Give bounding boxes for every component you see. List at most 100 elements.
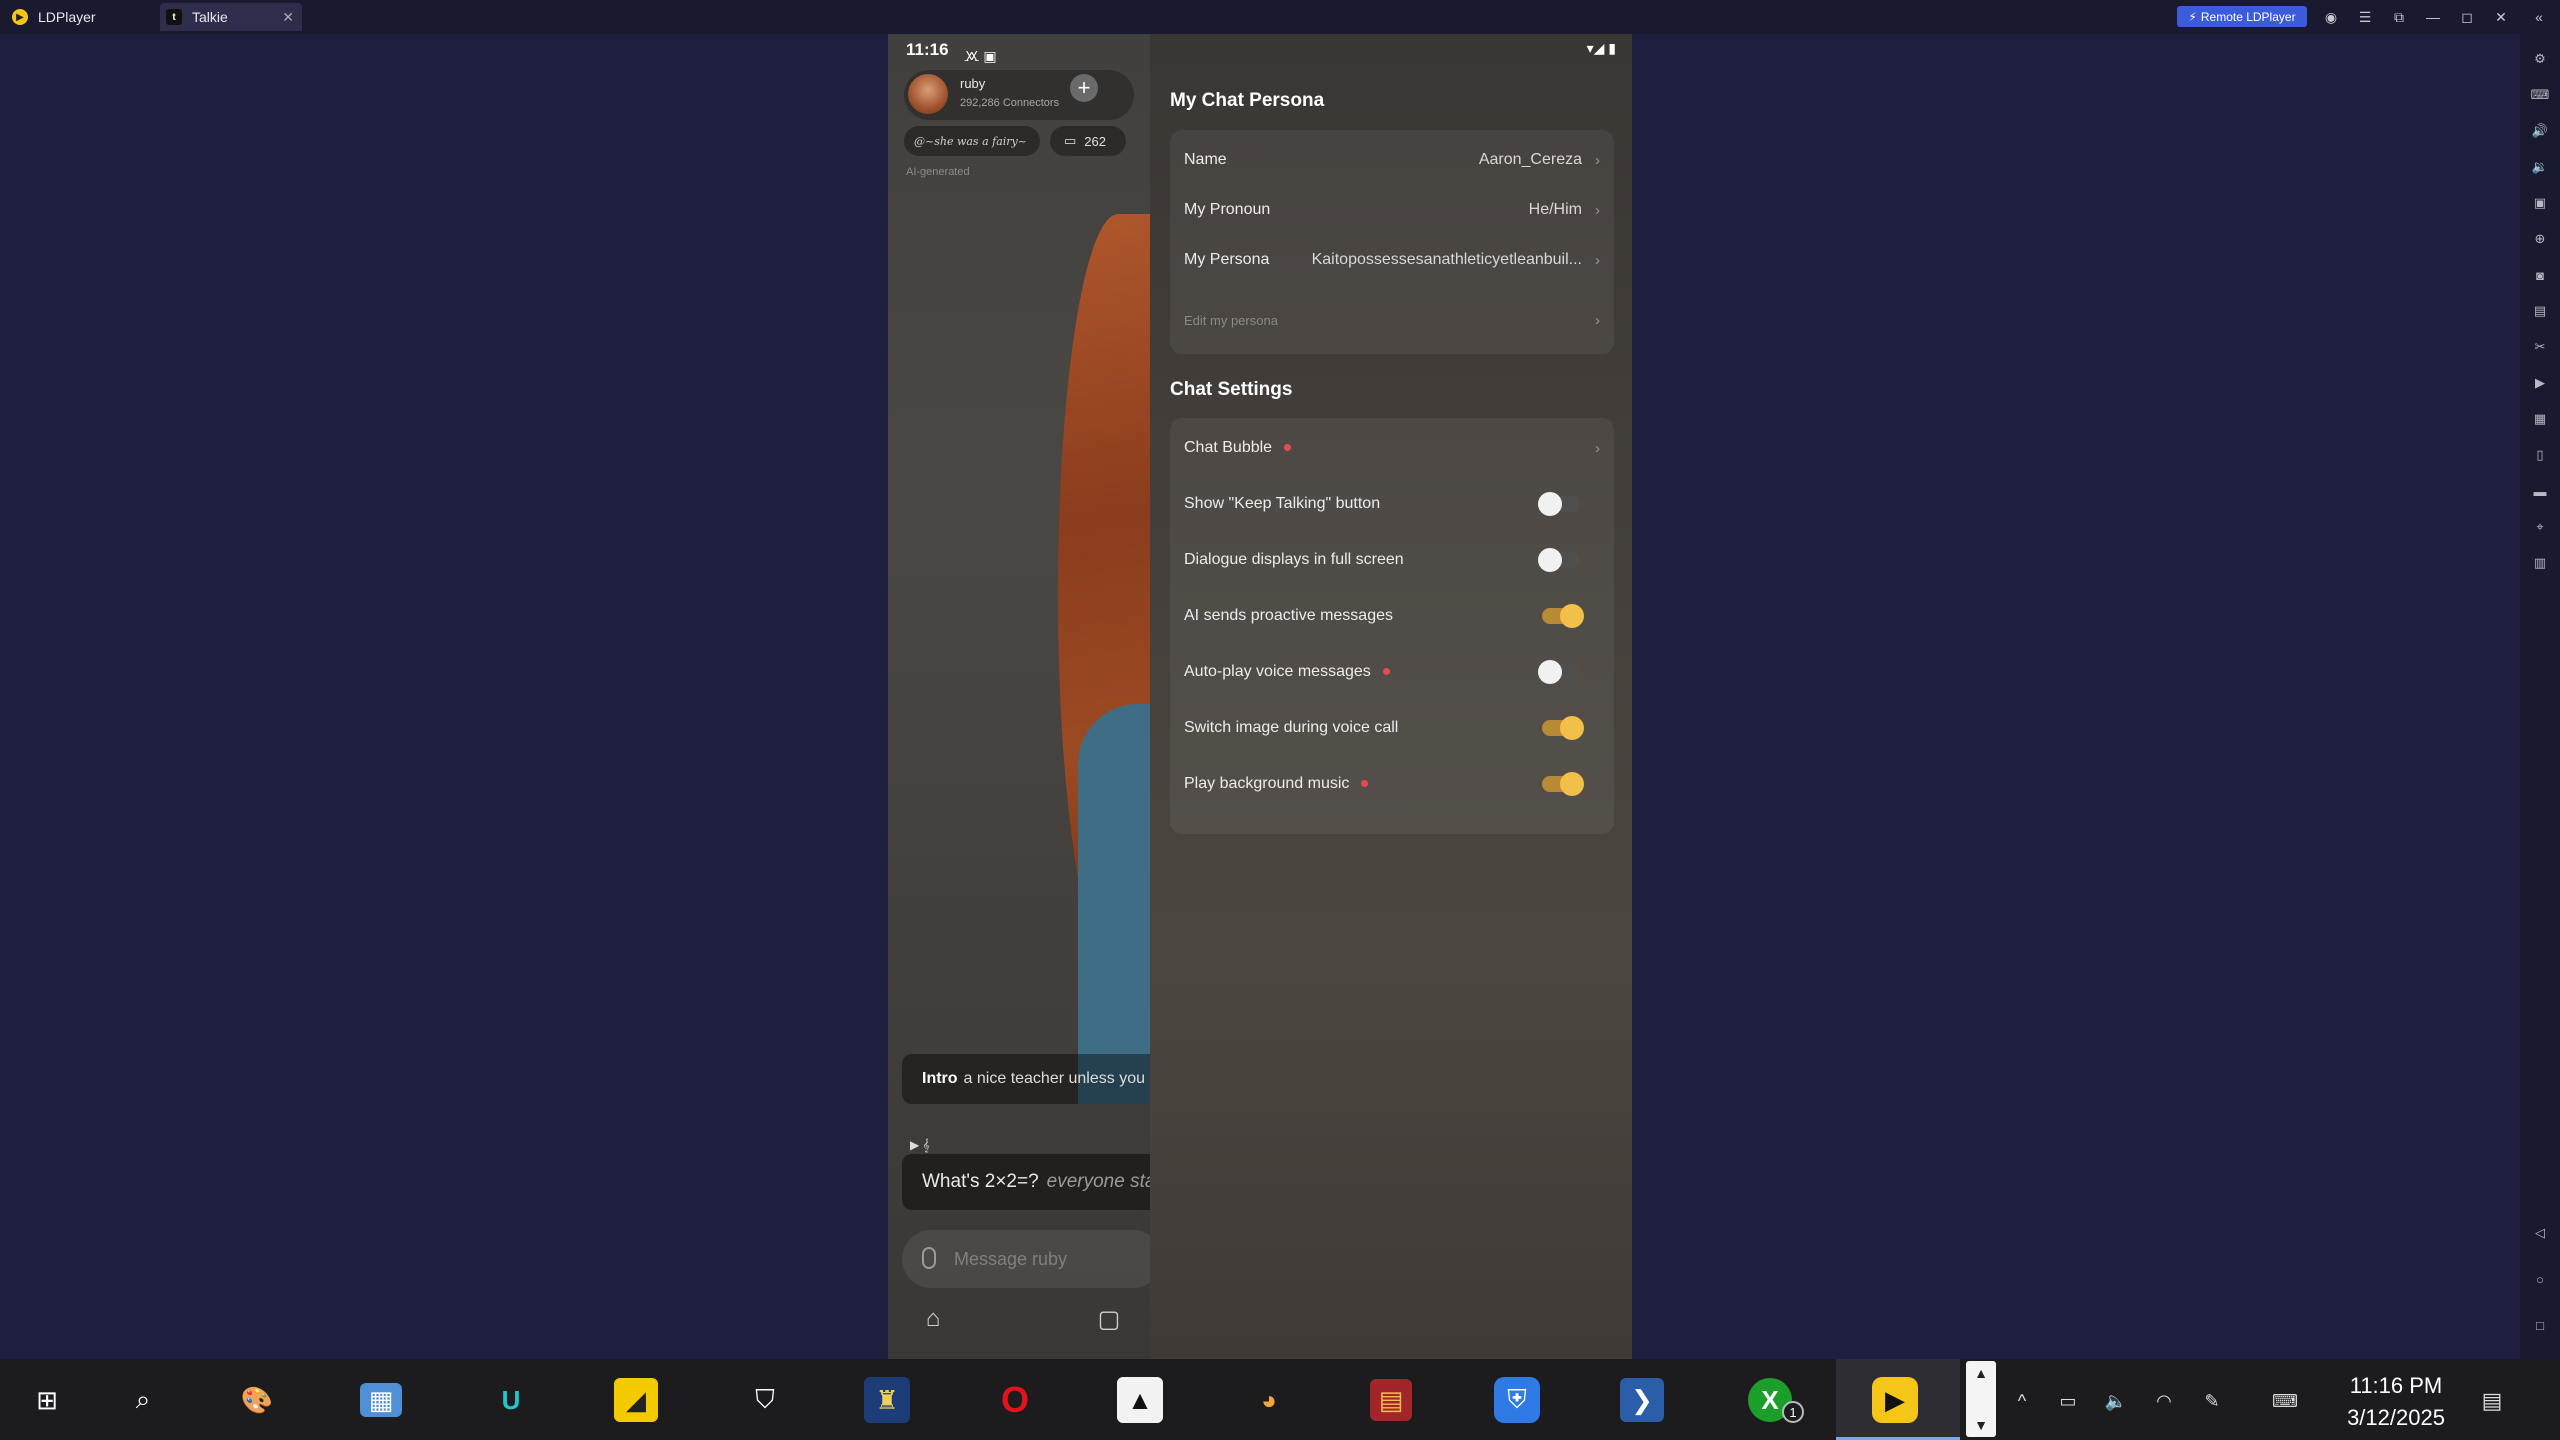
video-icon[interactable]: ▶ bbox=[2531, 374, 2549, 392]
operation-recorder-icon[interactable]: ▤ bbox=[2531, 302, 2549, 320]
paint-app-icon[interactable]: ◕ bbox=[1244, 1375, 1294, 1425]
taskbar-scroller[interactable]: ▲ ▼ bbox=[1966, 1361, 1996, 1437]
row-label: Play background music bbox=[1184, 775, 1369, 793]
windows-start-icon[interactable]: ⊞ bbox=[22, 1375, 72, 1425]
pen-icon[interactable]: ✎ bbox=[2198, 1389, 2226, 1413]
folder-icon[interactable]: ▬ bbox=[2531, 482, 2549, 500]
follow-plus-button[interactable]: + bbox=[1070, 74, 1098, 102]
opera-browser-icon[interactable]: O bbox=[990, 1375, 1040, 1425]
chat-message-bubble[interactable]: What's 2×2=? everyone sta bbox=[902, 1154, 1150, 1210]
account-icon[interactable]: ◉ bbox=[2320, 6, 2342, 28]
background-music-toggle[interactable] bbox=[1542, 772, 1584, 796]
sync-icon[interactable]: ▦ bbox=[2531, 410, 2549, 428]
clock-date[interactable]: 3/12/2025 bbox=[2326, 1405, 2466, 1431]
settings-icon[interactable]: ⚙ bbox=[2531, 50, 2549, 68]
chevron-right-icon: › bbox=[1595, 151, 1600, 169]
chevron-right-icon: › bbox=[1595, 311, 1600, 329]
proactive-messages-toggle[interactable] bbox=[1542, 604, 1584, 628]
volume-up-icon[interactable]: 🔊 bbox=[2531, 122, 2549, 140]
minimize-icon[interactable]: — bbox=[2422, 6, 2444, 28]
chat-bubble-row[interactable]: Chat Bubble › bbox=[1184, 428, 1600, 468]
row-label: My Pronoun bbox=[1184, 201, 1271, 218]
new-badge-dot bbox=[1382, 668, 1390, 676]
avatar[interactable] bbox=[908, 74, 948, 114]
winrar-icon[interactable]: ▤ bbox=[1370, 1379, 1412, 1421]
security-shield-icon[interactable]: ⛉ bbox=[740, 1375, 790, 1425]
intro-label: Intro bbox=[922, 1070, 958, 1087]
persona-row-persona[interactable]: My Persona Kaitopossessesanathleticyetle… bbox=[1184, 240, 1600, 280]
phone-icon[interactable]: ▯ bbox=[2531, 446, 2549, 464]
home-nav-icon[interactable]: ○ bbox=[2531, 1270, 2549, 1288]
ldplayer-taskbar-icon[interactable]: ▶ bbox=[1872, 1377, 1918, 1423]
wifi-icon[interactable]: ◠ bbox=[2150, 1389, 2178, 1413]
autoplay-voice-toggle[interactable] bbox=[1538, 660, 1580, 684]
close-window-icon[interactable]: ✕ bbox=[2490, 6, 2512, 28]
paint-palette-icon[interactable]: 🎨 bbox=[232, 1375, 282, 1425]
keep-talking-toggle[interactable] bbox=[1538, 492, 1580, 516]
windows-taskbar: ⊞ ⌕ 🎨 ▦ U ◢ ⛉ ♜ O ▲ ◕ ▤ ⛨ ❯ X 1 ▶ ▲ ▼ ^ … bbox=[0, 1359, 2560, 1440]
toggle-knob bbox=[1538, 660, 1562, 684]
character-shirt-image bbox=[1078, 704, 1150, 1104]
edit-persona-link[interactable]: Edit my persona › bbox=[1184, 300, 1600, 340]
persona-row-pronoun[interactable]: My Pronoun He/Him › bbox=[1184, 190, 1600, 230]
keyboard-mapping-icon[interactable]: ⌨ bbox=[2531, 86, 2550, 104]
record-icon[interactable]: ◙ bbox=[2531, 266, 2549, 284]
toggle-knob bbox=[1560, 604, 1584, 628]
chevron-up-icon[interactable]: ▲ bbox=[1974, 1365, 1988, 1381]
intro-card[interactable]: Intro a nice teacher unless you bbox=[902, 1054, 1150, 1104]
row-label: Auto-play voice messages bbox=[1184, 663, 1390, 681]
tab-talkie[interactable]: t Talkie ✕ bbox=[160, 3, 302, 31]
show-hidden-icons-chevron-icon[interactable]: ^ bbox=[2008, 1389, 2036, 1413]
search-icon[interactable]: ⌕ bbox=[118, 1375, 168, 1425]
screenshot-icon[interactable]: ▣ bbox=[2531, 194, 2549, 212]
home-icon[interactable]: ⌂ bbox=[918, 1304, 948, 1334]
battery-icon[interactable]: ▭ bbox=[2054, 1389, 2082, 1413]
chat-settings-card: Chat Bubble › Show "Keep Talking" button… bbox=[1170, 418, 1614, 834]
message-input[interactable]: Message ruby bbox=[902, 1230, 1150, 1288]
inkscape-icon[interactable]: ▲ bbox=[1117, 1377, 1163, 1423]
scissors-icon[interactable]: ✂ bbox=[2531, 338, 2549, 356]
character-name: ruby bbox=[960, 76, 986, 91]
chevron-down-icon[interactable]: ▼ bbox=[1974, 1417, 1988, 1433]
maximize-icon[interactable]: ◻ bbox=[2456, 6, 2478, 28]
touch-keyboard-icon[interactable]: ⌨ bbox=[2262, 1389, 2308, 1413]
chat-icon: ▭ bbox=[1064, 133, 1077, 148]
menu-icon[interactable]: ☰ bbox=[2354, 6, 2376, 28]
full-screen-toggle[interactable] bbox=[1538, 548, 1580, 572]
game-app-icon[interactable]: ♜ bbox=[864, 1377, 910, 1423]
install-apk-icon[interactable]: ⊕ bbox=[2531, 230, 2549, 248]
notification-center-icon[interactable]: ▤ bbox=[2478, 1388, 2506, 1413]
multi-instance-icon[interactable]: ▥ bbox=[2531, 554, 2549, 572]
character-profile[interactable]: ruby 292,286 Connectors bbox=[904, 70, 1134, 120]
switch-image-toggle[interactable] bbox=[1542, 716, 1584, 740]
messages-icon[interactable]: ▢ bbox=[1094, 1304, 1124, 1334]
character-tag[interactable]: @~she was a fairy~ bbox=[904, 126, 1040, 156]
persona-row-name[interactable]: Name Aaron_Cereza › bbox=[1184, 140, 1600, 180]
lightning-icon: ⚡ bbox=[2188, 9, 2197, 24]
music-label: Play background music bbox=[1184, 775, 1350, 792]
volume-down-icon[interactable]: 🔉 bbox=[2531, 158, 2549, 176]
control-panel-icon[interactable]: ▦ bbox=[360, 1383, 402, 1417]
location-icon[interactable]: ⌖ bbox=[2531, 518, 2549, 536]
sticky-notes-icon[interactable]: ◢ bbox=[614, 1378, 658, 1422]
powershell-icon[interactable]: ❯ bbox=[1620, 1378, 1664, 1422]
clock-time[interactable]: 11:16 PM bbox=[2326, 1373, 2466, 1399]
tab-ldplayer[interactable]: ▶ LDPlayer bbox=[12, 3, 152, 31]
chevron-right-icon: › bbox=[1595, 251, 1600, 269]
close-tab-icon[interactable]: ✕ bbox=[282, 9, 294, 26]
remote-ldplayer-button[interactable]: ⚡ Remote LDPlayer bbox=[2177, 6, 2307, 27]
collapse-sidebar-icon[interactable]: « bbox=[2528, 6, 2550, 28]
restore-window-icon[interactable]: ⧉ bbox=[2388, 6, 2410, 28]
row-label: My Persona bbox=[1184, 251, 1270, 268]
vpn-shield-icon[interactable]: ⛨ bbox=[1494, 1377, 1540, 1423]
autoplay-label: Auto-play voice messages bbox=[1184, 663, 1371, 680]
row-value: He/Him bbox=[1528, 201, 1582, 218]
back-nav-icon[interactable]: ◁ bbox=[2531, 1224, 2549, 1242]
play-audio-icon[interactable]: ▶ 𝄞 bbox=[910, 1138, 930, 1153]
u-app-icon[interactable]: U bbox=[486, 1375, 536, 1425]
persona-section-title: My Chat Persona bbox=[1170, 90, 1325, 111]
message-count-badge[interactable]: ▭ 262 bbox=[1050, 126, 1126, 156]
microphone-icon[interactable] bbox=[922, 1247, 936, 1269]
speaker-icon[interactable]: 🔈 bbox=[2102, 1389, 2130, 1413]
recents-nav-icon[interactable]: □ bbox=[2531, 1316, 2549, 1334]
